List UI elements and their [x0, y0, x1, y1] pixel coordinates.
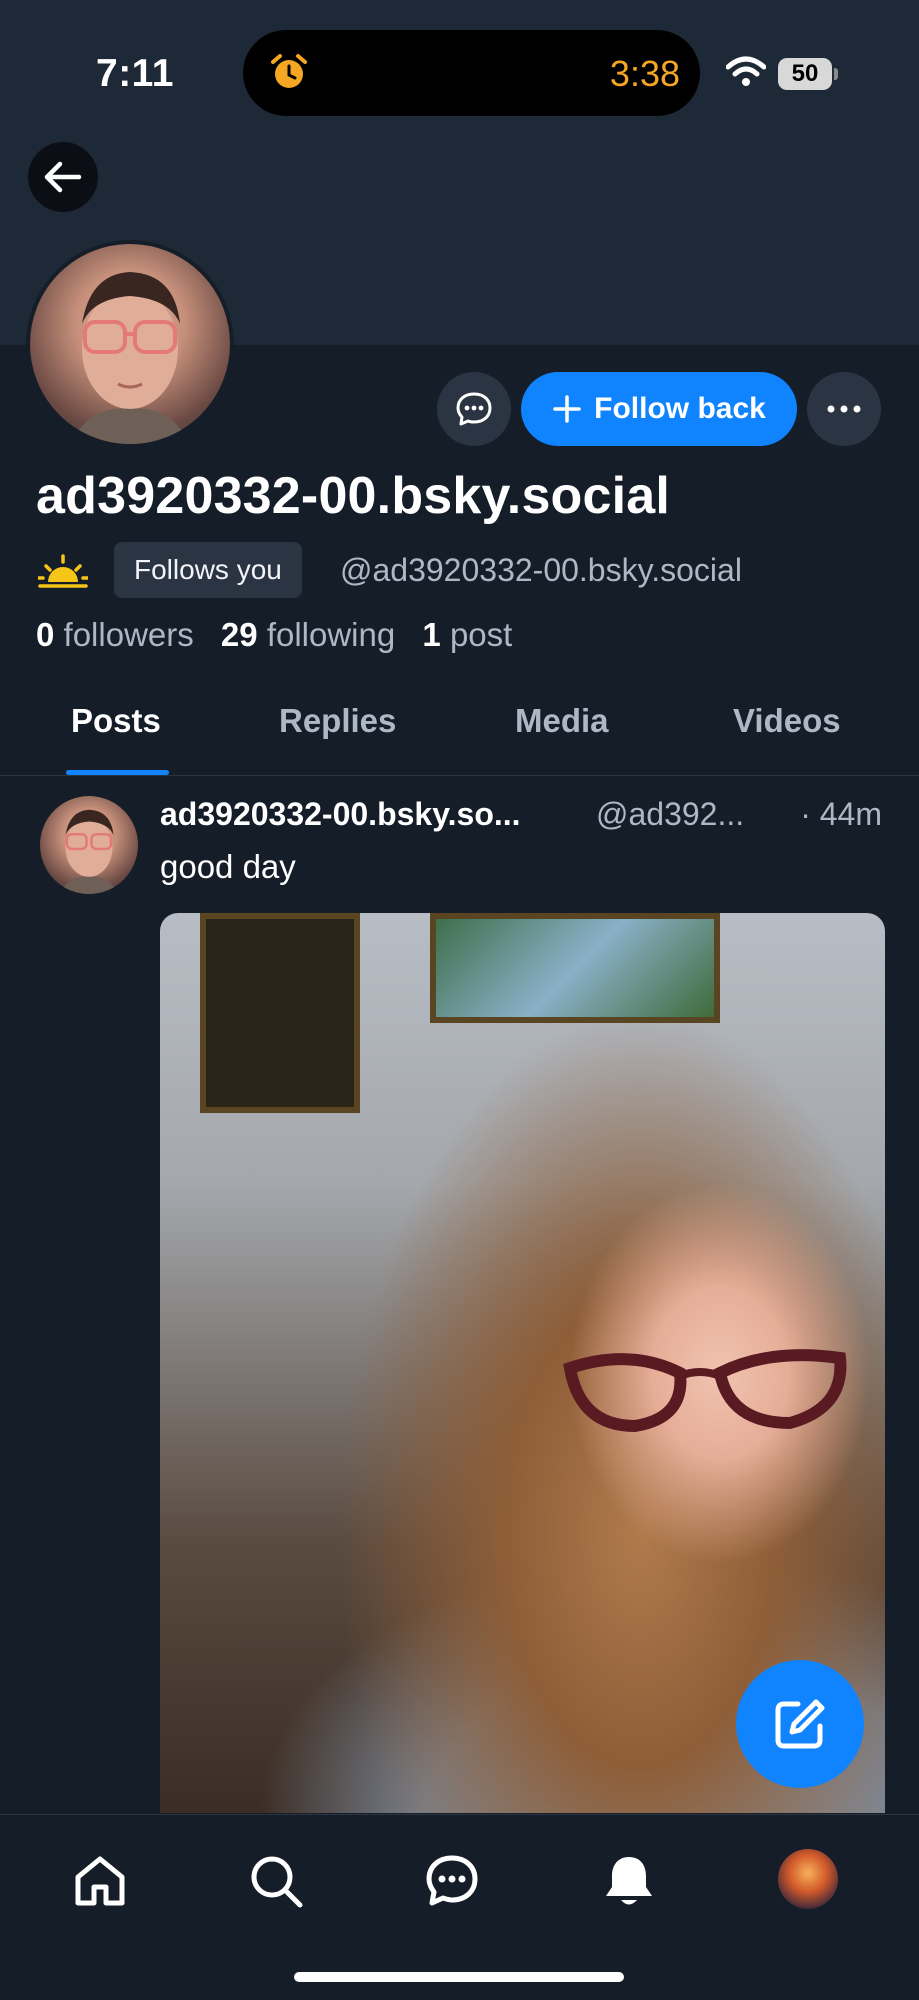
following-stat[interactable]: 29 following: [221, 616, 395, 653]
nav-search[interactable]: [244, 1849, 308, 1913]
post-text: good day: [160, 848, 296, 885]
chat-bubble-icon: [456, 392, 492, 426]
wall-painting: [430, 913, 720, 1023]
nav-profile-avatar[interactable]: [778, 1849, 838, 1909]
arrow-left-icon: [44, 161, 82, 193]
alarm-clock-icon: [271, 54, 307, 88]
profile-avatar[interactable]: [26, 240, 234, 448]
avatar-portrait: [70, 272, 190, 444]
battery-level: 50: [778, 58, 832, 90]
sunrise-icon: [38, 554, 88, 588]
wall-painting: [200, 913, 360, 1113]
post-author-avatar[interactable]: [40, 796, 138, 894]
message-button[interactable]: [437, 372, 511, 446]
tab-replies[interactable]: Replies: [279, 702, 396, 740]
status-time: 7:11: [96, 52, 174, 95]
home-indicator: [294, 1972, 624, 1982]
followers-label: followers: [63, 616, 194, 653]
followers-count: 0: [36, 616, 55, 653]
status-bar: 7:11 3:38 50: [0, 0, 919, 130]
wifi-icon: [726, 56, 766, 86]
following-count: 29: [220, 616, 258, 653]
compose-post-button[interactable]: [736, 1660, 864, 1788]
followers-stat[interactable]: 0 followers: [36, 616, 194, 653]
nav-chat[interactable]: [420, 1849, 484, 1913]
tab-media[interactable]: Media: [515, 702, 609, 740]
more-options-button[interactable]: [807, 372, 881, 446]
plus-icon: [553, 395, 581, 423]
nav-home[interactable]: [68, 1849, 132, 1913]
profile-stats: 0 followers 29 following 1 post: [36, 616, 512, 654]
follow-back-label: Follow back: [594, 392, 766, 425]
post-author-name[interactable]: ad3920332-00.bsky.so...: [160, 796, 521, 833]
search-icon: [251, 1856, 303, 1908]
ellipsis-icon: [827, 405, 861, 413]
follows-you-badge: Follows you: [114, 542, 302, 598]
post-author-handle[interactable]: @ad392...: [596, 796, 744, 833]
battery-tip: [834, 68, 838, 80]
compose-icon: [775, 1699, 825, 1749]
back-button[interactable]: [28, 142, 98, 212]
nav-notifications[interactable]: [597, 1849, 661, 1913]
posts-count: 1: [422, 616, 441, 653]
profile-tabs: Posts Replies Media Videos: [0, 690, 919, 776]
tab-videos[interactable]: Videos: [733, 702, 841, 740]
dynamic-island: 3:38: [243, 30, 700, 116]
follow-back-button[interactable]: Follow back: [521, 372, 797, 446]
post-timestamp: · 44m: [800, 796, 882, 832]
following-label: following: [266, 616, 396, 653]
post-header: ad3920332-00.bsky.so... @ad392... · 44m: [160, 796, 886, 840]
battery-indicator: 50: [778, 58, 838, 90]
chat-icon: [426, 1855, 478, 1906]
timer-readout: 3:38: [609, 53, 680, 94]
bell-icon: [606, 1857, 652, 1905]
profile-handle: @ad3920332-00.bsky.social: [340, 552, 742, 588]
display-name: ad3920332-00.bsky.social: [36, 467, 671, 525]
glasses-shape: [563, 1349, 847, 1433]
avatar-portrait: [59, 809, 119, 894]
active-tab-indicator: [66, 770, 169, 775]
tab-posts[interactable]: Posts: [71, 702, 161, 740]
home-icon: [75, 1856, 125, 1906]
posts-label: post: [449, 616, 513, 653]
posts-stat: 1 post: [422, 616, 512, 653]
